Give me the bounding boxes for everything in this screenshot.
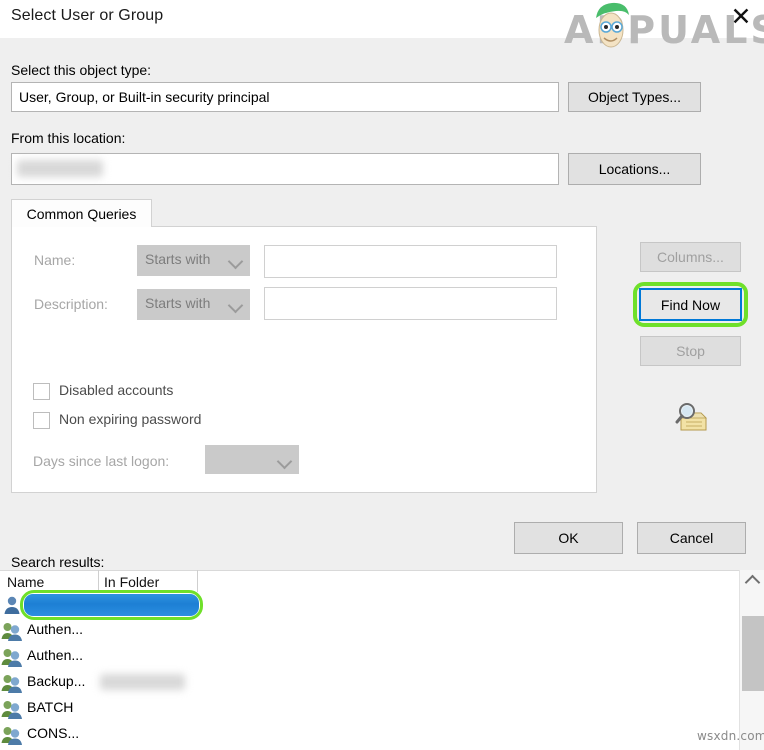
days-since-logon-dropdown[interactable] <box>205 445 299 474</box>
table-row[interactable]: Backup... <box>0 670 730 695</box>
description-label: Description: <box>34 296 108 312</box>
disabled-accounts-checkbox[interactable] <box>33 383 50 400</box>
group-icon <box>1 675 22 693</box>
table-row[interactable]: CONS... <box>0 722 730 747</box>
row-name: Authen... <box>27 647 84 663</box>
location-redaction <box>17 160 103 177</box>
group-icon <box>1 649 22 667</box>
scrollbar-thumb[interactable] <box>742 616 764 691</box>
name-label: Name: <box>34 252 76 268</box>
chevron-down-icon <box>227 297 244 314</box>
tab-common-queries[interactable]: Common Queries <box>11 199 152 227</box>
object-type-label: Select this object type: <box>11 62 152 78</box>
description-operator-dropdown[interactable]: Starts with <box>137 289 250 320</box>
chevron-down-icon <box>227 253 244 270</box>
group-icon <box>1 623 22 641</box>
table-row[interactable]: BATCH <box>0 696 730 721</box>
stop-button[interactable]: Stop <box>640 336 741 366</box>
object-type-value: User, Group, or Built-in security princi… <box>19 89 270 105</box>
column-header-name[interactable]: Name <box>7 574 44 590</box>
disabled-accounts-label: Disabled accounts <box>59 382 174 398</box>
name-input[interactable] <box>264 245 557 278</box>
row-name: Authen... <box>27 621 84 637</box>
common-queries-panel: Name: Starts with Description: Starts wi… <box>11 226 597 493</box>
days-since-logon-label: Days since last logon: <box>33 453 170 469</box>
find-now-button[interactable]: Find Now <box>639 288 742 321</box>
columns-button[interactable]: Columns... <box>640 242 741 272</box>
column-header-in-folder[interactable]: In Folder <box>104 574 159 590</box>
table-row[interactable] <box>0 590 730 620</box>
watermark-bottom-text: wsxdn.com <box>697 729 764 743</box>
description-input[interactable] <box>264 287 557 320</box>
title-bar: Select User or Group <box>0 0 764 38</box>
row-name: BATCH <box>27 699 74 715</box>
object-type-input[interactable]: User, Group, or Built-in security princi… <box>11 82 559 112</box>
user-icon <box>4 596 20 614</box>
non-expiring-password-checkbox[interactable] <box>33 412 50 429</box>
row-name: Backup... <box>27 673 86 689</box>
non-expiring-password-label: Non expiring password <box>59 411 202 427</box>
column-divider[interactable] <box>98 570 99 592</box>
table-row[interactable]: Authen... <box>0 644 730 669</box>
chevron-down-icon <box>276 453 293 470</box>
ok-button[interactable]: OK <box>514 522 623 554</box>
close-icon[interactable]: ✕ <box>726 4 756 32</box>
scroll-up-icon[interactable] <box>740 570 764 592</box>
page-title: Select User or Group <box>11 7 164 24</box>
row-name: CONS... <box>27 725 80 741</box>
column-divider[interactable] <box>197 570 198 592</box>
name-operator-value: Starts with <box>145 251 211 267</box>
selected-row-highlight-ring <box>20 590 203 620</box>
location-input[interactable] <box>11 153 559 185</box>
results-scrollbar[interactable] <box>739 570 764 750</box>
name-operator-dropdown[interactable]: Starts with <box>137 245 250 276</box>
group-icon <box>1 701 22 719</box>
cancel-button[interactable]: Cancel <box>637 522 746 554</box>
search-folder-icon <box>675 403 707 431</box>
object-types-button[interactable]: Object Types... <box>568 82 701 112</box>
group-icon <box>1 727 22 745</box>
row-folder-redaction <box>100 674 185 690</box>
search-results-list: Authen... Authen... Backup... BATCH CONS… <box>0 590 764 750</box>
locations-button[interactable]: Locations... <box>568 153 701 185</box>
description-operator-value: Starts with <box>145 295 211 311</box>
table-row[interactable]: Authen... <box>0 618 730 643</box>
location-label: From this location: <box>11 130 126 146</box>
search-results-label: Search results: <box>11 554 105 570</box>
